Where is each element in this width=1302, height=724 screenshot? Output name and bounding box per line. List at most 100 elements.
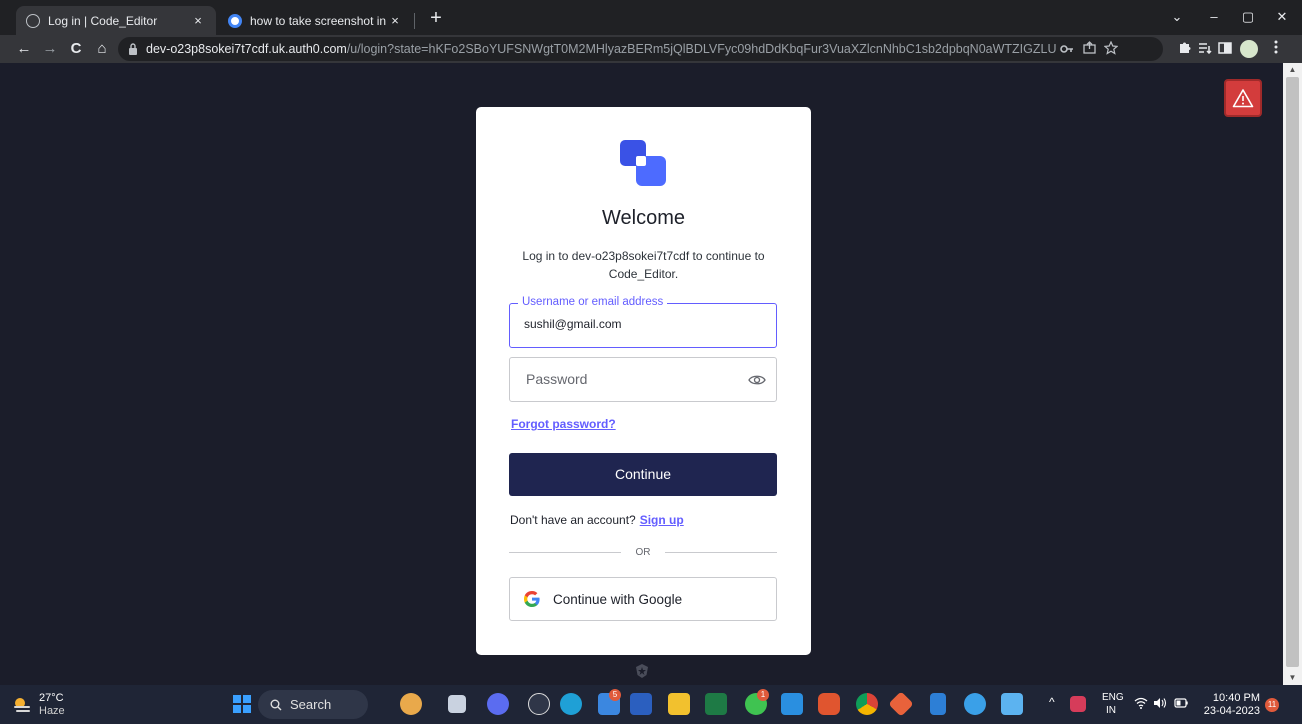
browser-toolbar: ← → C ⌂ dev-o23p8sokei7t7cdf.uk.auth0.co… [0,35,1302,63]
windows-taskbar: 27°C Haze Search 5 1 ^ ENG IN 10:40 PM 2… [0,685,1302,724]
signup-link[interactable]: Sign up [640,513,684,527]
auth0-shield-icon [636,664,648,678]
notepad-icon[interactable] [930,693,946,715]
welcome-heading: Welcome [602,207,685,229]
notification-center-badge[interactable]: 11 [1265,698,1279,712]
reading-list-icon[interactable] [1195,39,1215,59]
whatsapp-badge: 1 [757,689,769,701]
browser-tab-bar: Log in | Code_Editor × how to take scree… [0,0,1302,35]
url-text[interactable]: dev-o23p8sokei7t7cdf.uk.auth0.com/u/logi… [146,42,1056,56]
windows-logo-tile [233,705,241,713]
minimize-button[interactable]: – [1197,0,1231,35]
lock-icon [128,43,140,55]
login-card: Welcome Log in to dev-o23p8sokei7t7cdf t… [476,107,811,655]
username-label: Username or email address [518,296,668,308]
chrome-icon[interactable] [856,693,878,715]
username-field[interactable]: Username or email address sushil@gmail.c… [509,296,777,348]
reload-button[interactable]: C [66,39,86,59]
search-label: Search [290,697,332,712]
wifi-icon[interactable] [1134,697,1148,709]
widget-avatar-icon[interactable] [400,693,422,715]
maximize-button[interactable]: ▢ [1231,0,1265,35]
weather-description[interactable]: Haze [39,705,65,717]
continue-button[interactable]: Continue [509,453,777,496]
word-icon[interactable] [630,693,652,715]
tab-close-icon[interactable]: × [387,13,403,28]
signup-row: Don't have an account? Sign up [510,513,684,527]
paint-icon[interactable] [964,693,986,715]
vscode-icon[interactable] [781,693,803,715]
windows-logo-tile [243,695,251,703]
chat-icon[interactable] [487,693,509,715]
warning-icon [1232,89,1254,108]
language-region[interactable]: IN [1106,705,1116,716]
eye-icon[interactable] [748,372,766,388]
mail-badge: 5 [609,689,621,701]
password-placeholder: Password [526,371,588,387]
close-window-button[interactable]: ✕ [1265,0,1299,35]
excel-icon[interactable] [705,693,727,715]
or-text: OR [635,547,651,558]
photos-icon[interactable] [1001,693,1023,715]
tray-overflow-chevron-icon[interactable]: ^ [1049,695,1055,709]
extensions-puzzle-icon[interactable] [1175,39,1195,59]
password-field[interactable]: Password [509,357,777,402]
forward-button[interactable]: → [40,39,60,59]
login-subtitle: Log in to dev-o23p8sokei7t7cdf to contin… [522,249,765,281]
scroll-thumb[interactable] [1286,77,1299,667]
tab-close-icon[interactable]: × [190,13,206,28]
tab-title: Log in | Code_Editor [48,13,158,28]
windows-logo-tile [243,705,251,713]
side-panel-icon[interactable] [1215,39,1235,59]
warning-button[interactable] [1224,79,1262,117]
edge-icon[interactable] [560,693,582,715]
google-icon [524,591,540,607]
key-icon[interactable] [1056,42,1078,57]
clock-time[interactable]: 10:40 PM [1204,692,1260,704]
scroll-up-arrow[interactable]: ▲ [1283,63,1302,77]
username-value[interactable]: sushil@gmail.com [524,317,622,331]
tab-login[interactable]: Log in | Code_Editor × [16,6,216,35]
scroll-down-arrow[interactable]: ▼ [1283,671,1302,685]
tab-search-button[interactable]: ⌄ [1160,0,1194,35]
back-button[interactable]: ← [14,39,34,59]
weather-haze-icon[interactable] [12,695,32,715]
or-divider: OR [509,545,777,561]
dell-icon[interactable] [528,693,550,715]
url-path: /u/login?state=hKFo2SBoYUFSNWgtT0M2MHlya… [346,42,1056,56]
share-icon[interactable] [1078,41,1100,57]
search-icon [270,699,282,710]
windows-logo-tile [233,695,241,703]
profile-avatar[interactable] [1240,40,1258,58]
language-code[interactable]: ENG [1102,692,1124,703]
antivirus-tray-icon[interactable] [1070,696,1086,712]
google-button-label: Continue with Google [553,591,683,607]
more-menu-icon[interactable] [1266,39,1286,59]
continue-with-google-button[interactable]: Continue with Google [509,577,777,621]
tab-separator [414,13,415,29]
task-view-icon[interactable] [448,695,466,713]
volume-icon[interactable] [1153,697,1167,709]
forgot-password-link[interactable]: Forgot password? [511,417,616,431]
tab-title: how to take screenshot in laptop [250,13,387,28]
home-button[interactable]: ⌂ [92,39,112,59]
file-explorer-icon[interactable] [668,693,690,715]
new-tab-button[interactable]: + [424,7,448,31]
address-bar[interactable]: dev-o23p8sokei7t7cdf.uk.auth0.com/u/logi… [118,37,1163,61]
brave-icon[interactable] [818,693,840,715]
page-viewport: Welcome Log in to dev-o23p8sokei7t7cdf t… [0,63,1283,685]
google-icon [228,13,242,28]
vertical-scrollbar[interactable]: ▲ ▼ [1283,63,1302,685]
taskbar-search[interactable]: Search [258,690,368,719]
weather-temperature[interactable]: 27°C [39,692,64,704]
globe-icon [26,13,40,28]
divider-line [665,552,777,553]
bookmark-star-icon[interactable] [1100,40,1122,58]
start-button[interactable] [233,695,251,713]
clock-date[interactable]: 23-04-2023 [1199,705,1260,717]
url-host: dev-o23p8sokei7t7cdf.uk.auth0.com [146,42,347,56]
git-icon[interactable] [888,691,914,717]
battery-icon[interactable] [1174,698,1188,708]
tab-google-search[interactable]: how to take screenshot in laptop × [218,6,413,35]
app-logo-icon [620,140,666,186]
